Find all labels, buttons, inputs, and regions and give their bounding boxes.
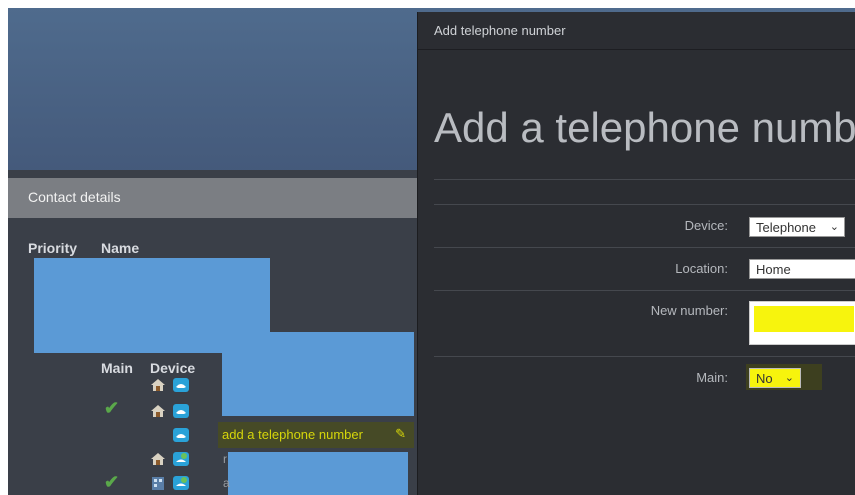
- contact-details-title: Contact details: [28, 189, 121, 205]
- location-input[interactable]: Home: [749, 259, 855, 279]
- home-icon: [151, 379, 165, 391]
- dialog-title-bar: Add telephone number: [418, 12, 855, 50]
- contact-details-header: Contact details: [8, 178, 418, 218]
- device-select[interactable]: Telephone ⌄: [749, 217, 845, 237]
- divider: [434, 204, 855, 205]
- column-header-name: Name: [101, 240, 140, 256]
- column-header-main: Main: [101, 360, 133, 376]
- new-number-input[interactable]: [749, 301, 855, 345]
- checkmark-icon: ✔: [104, 472, 120, 492]
- chevron-down-icon: ⌄: [829, 221, 839, 233]
- dialog-title: Add telephone number: [434, 23, 566, 38]
- phone-icon: [173, 378, 189, 392]
- main-select-value: No: [756, 371, 773, 386]
- partial-row-text: a: [223, 476, 230, 490]
- mobile-phone-icon: [173, 476, 189, 490]
- checkmark-icon: ✔: [104, 398, 120, 418]
- divider: [434, 290, 855, 291]
- main-label: Main:: [696, 370, 728, 385]
- building-icon: [152, 477, 164, 490]
- add-telephone-number-link[interactable]: add a telephone number ✎: [218, 422, 414, 448]
- column-header-device: Device: [150, 360, 196, 376]
- location-input-value: Home: [756, 262, 791, 277]
- device-select-value: Telephone: [756, 220, 816, 235]
- partial-row-text: r: [223, 452, 227, 466]
- redacted-block: [228, 452, 408, 495]
- location-label: Location:: [675, 261, 728, 276]
- add-telephone-number-label: add a telephone number: [222, 427, 363, 442]
- mobile-phone-icon: [173, 452, 189, 466]
- home-icon: [151, 405, 165, 417]
- add-telephone-number-dialog: Add telephone number Add a telephone num…: [417, 12, 855, 495]
- home-icon: [151, 453, 165, 465]
- phone-icon: [173, 428, 189, 442]
- device-label: Device:: [684, 218, 728, 233]
- new-number-label: New number:: [650, 303, 728, 318]
- column-header-priority: Priority: [28, 240, 78, 256]
- redacted-block: [222, 332, 414, 416]
- main-select[interactable]: No ⌄: [749, 368, 801, 388]
- phone-icon: [173, 404, 189, 418]
- dialog-heading: Add a telephone numb: [434, 104, 855, 151]
- edit-icon: ✎: [395, 426, 406, 441]
- divider: [434, 247, 855, 248]
- divider: [434, 356, 855, 357]
- divider: [434, 179, 855, 180]
- chevron-down-icon: ⌄: [784, 372, 794, 384]
- redacted-number-highlight: [754, 306, 854, 332]
